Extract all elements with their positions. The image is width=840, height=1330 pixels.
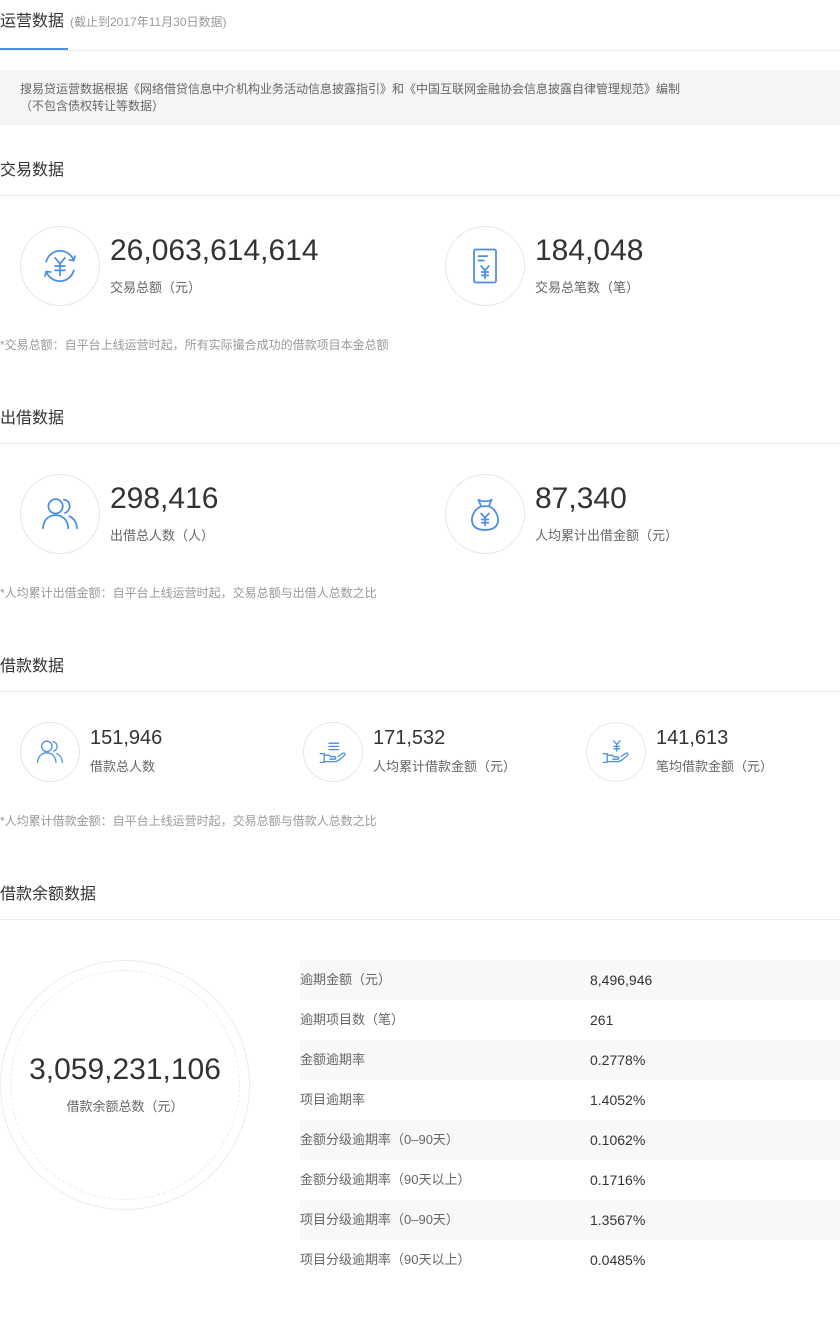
section-divider — [0, 443, 840, 444]
transaction-count-value: 184,048 — [535, 234, 644, 267]
exchange-yen-icon — [44, 250, 76, 282]
tab-title: 运营数据 — [0, 13, 65, 30]
balance-total-label: 借款余额总数（元） — [66, 1099, 184, 1114]
row-label: 金额分级逾期率（0–90天） — [300, 1132, 459, 1147]
borrowing-footnote: *人均累计借款金额：自平台上线运营时起，交易总额与借款人总数之比 — [0, 814, 377, 828]
borrower-count-label: 借款总人数 — [90, 759, 156, 774]
section-divider — [0, 691, 840, 692]
lender-count-label: 出借总人数（人） — [110, 528, 215, 543]
overdue-stats-table: 逾期金额（元） 8,496,946 逾期项目数（笔） 261 金额逾期率 0.2… — [300, 960, 840, 1280]
avg-per-loan-amount-label: 笔均借款金额（元） — [656, 759, 774, 774]
row-value: 261 — [590, 1012, 614, 1028]
table-row: 金额逾期率 0.2778% — [300, 1040, 840, 1080]
transaction-total-amount-label: 交易总额（元） — [110, 280, 202, 295]
tab-subtitle: (截止到2017年11月30日数据) — [70, 15, 227, 29]
avg-borrowing-amount-value: 171,532 — [373, 727, 446, 749]
row-label: 项目分级逾期率（90天以上） — [300, 1252, 471, 1267]
avg-lending-amount-label: 人均累计出借金额（元） — [535, 528, 679, 543]
transaction-count-label: 交易总笔数（笔） — [535, 280, 640, 295]
disclosure-notice: 搜易贷运营数据根据《网络借贷信息中介机构业务活动信息披露指引》和《中国互联网金融… — [0, 70, 840, 125]
hand-yen-icon — [602, 740, 629, 764]
stat-icon-circle — [303, 722, 363, 782]
table-row: 项目分级逾期率（0–90天） 1.3567% — [300, 1200, 840, 1240]
people-icon — [36, 740, 64, 764]
stat-icon-circle — [20, 722, 80, 782]
borrower-count-value: 151,946 — [90, 727, 163, 749]
row-value: 1.4052% — [590, 1092, 646, 1108]
table-row: 金额分级逾期率（0–90天） 0.1062% — [300, 1120, 840, 1160]
row-label: 金额逾期率 — [300, 1052, 366, 1067]
lending-footnote: *人均累计出借金额：自平台上线运营时起，交易总额与出借人总数之比 — [0, 586, 377, 600]
section-title-borrowing: 借款数据 — [0, 658, 65, 675]
row-label: 逾期项目数（笔） — [300, 1012, 405, 1027]
row-value: 8,496,946 — [590, 972, 653, 988]
section-title-transaction: 交易数据 — [0, 162, 65, 179]
row-value: 0.0485% — [590, 1252, 646, 1268]
money-bag-icon — [471, 498, 499, 531]
stat-icon-circle — [586, 722, 646, 782]
balance-total-value: 3,059,231,106 — [29, 1053, 221, 1086]
stat-icon-circle — [445, 474, 525, 554]
balance-total-circle: 3,059,231,106 借款余额总数（元） — [0, 960, 250, 1210]
table-row: 金额分级逾期率（90天以上） 0.1716% — [300, 1160, 840, 1200]
row-value: 0.2778% — [590, 1052, 646, 1068]
row-label: 金额分级逾期率（90天以上） — [300, 1172, 471, 1187]
header-divider — [0, 50, 840, 51]
avg-borrowing-amount-label: 人均累计借款金额（元） — [373, 759, 517, 774]
stat-icon-circle — [20, 474, 100, 554]
notice-line-1: 搜易贷运营数据根据《网络借贷信息中介机构业务活动信息披露指引》和《中国互联网金融… — [20, 82, 681, 96]
row-label: 逾期金额（元） — [300, 972, 392, 987]
transaction-footnote: *交易总额：自平台上线运营时起，所有实际撮合成功的借款项目本金总额 — [0, 338, 389, 352]
section-divider — [0, 919, 840, 920]
stat-icon-circle — [20, 226, 100, 306]
hand-document-icon — [319, 742, 346, 764]
stat-icon-circle — [445, 226, 525, 306]
tab-operations-data[interactable]: 运营数据 (截止到2017年11月30日数据) — [0, 10, 227, 34]
row-value: 0.1716% — [590, 1172, 646, 1188]
document-yen-icon — [473, 248, 497, 284]
table-row: 项目分级逾期率（90天以上） 0.0485% — [300, 1240, 840, 1280]
row-value: 0.1062% — [590, 1132, 646, 1148]
section-title-lending: 出借数据 — [0, 410, 65, 427]
table-row: 逾期金额（元） 8,496,946 — [300, 960, 840, 1000]
transaction-total-amount-value: 26,063,614,614 — [110, 234, 319, 267]
avg-per-loan-amount-value: 141,613 — [656, 727, 729, 749]
row-label: 项目逾期率 — [300, 1092, 366, 1107]
row-value: 1.3567% — [590, 1212, 646, 1228]
row-label: 项目分级逾期率（0–90天） — [300, 1212, 459, 1227]
avg-lending-amount-value: 87,340 — [535, 482, 627, 515]
people-icon — [42, 498, 78, 530]
lender-count-value: 298,416 — [110, 482, 219, 515]
table-row: 逾期项目数（笔） 261 — [300, 1000, 840, 1040]
section-title-balance: 借款余额数据 — [0, 886, 97, 903]
notice-line-2: （不包含债权转让等数据） — [20, 99, 165, 113]
table-row: 项目逾期率 1.4052% — [300, 1080, 840, 1120]
section-divider — [0, 195, 840, 196]
